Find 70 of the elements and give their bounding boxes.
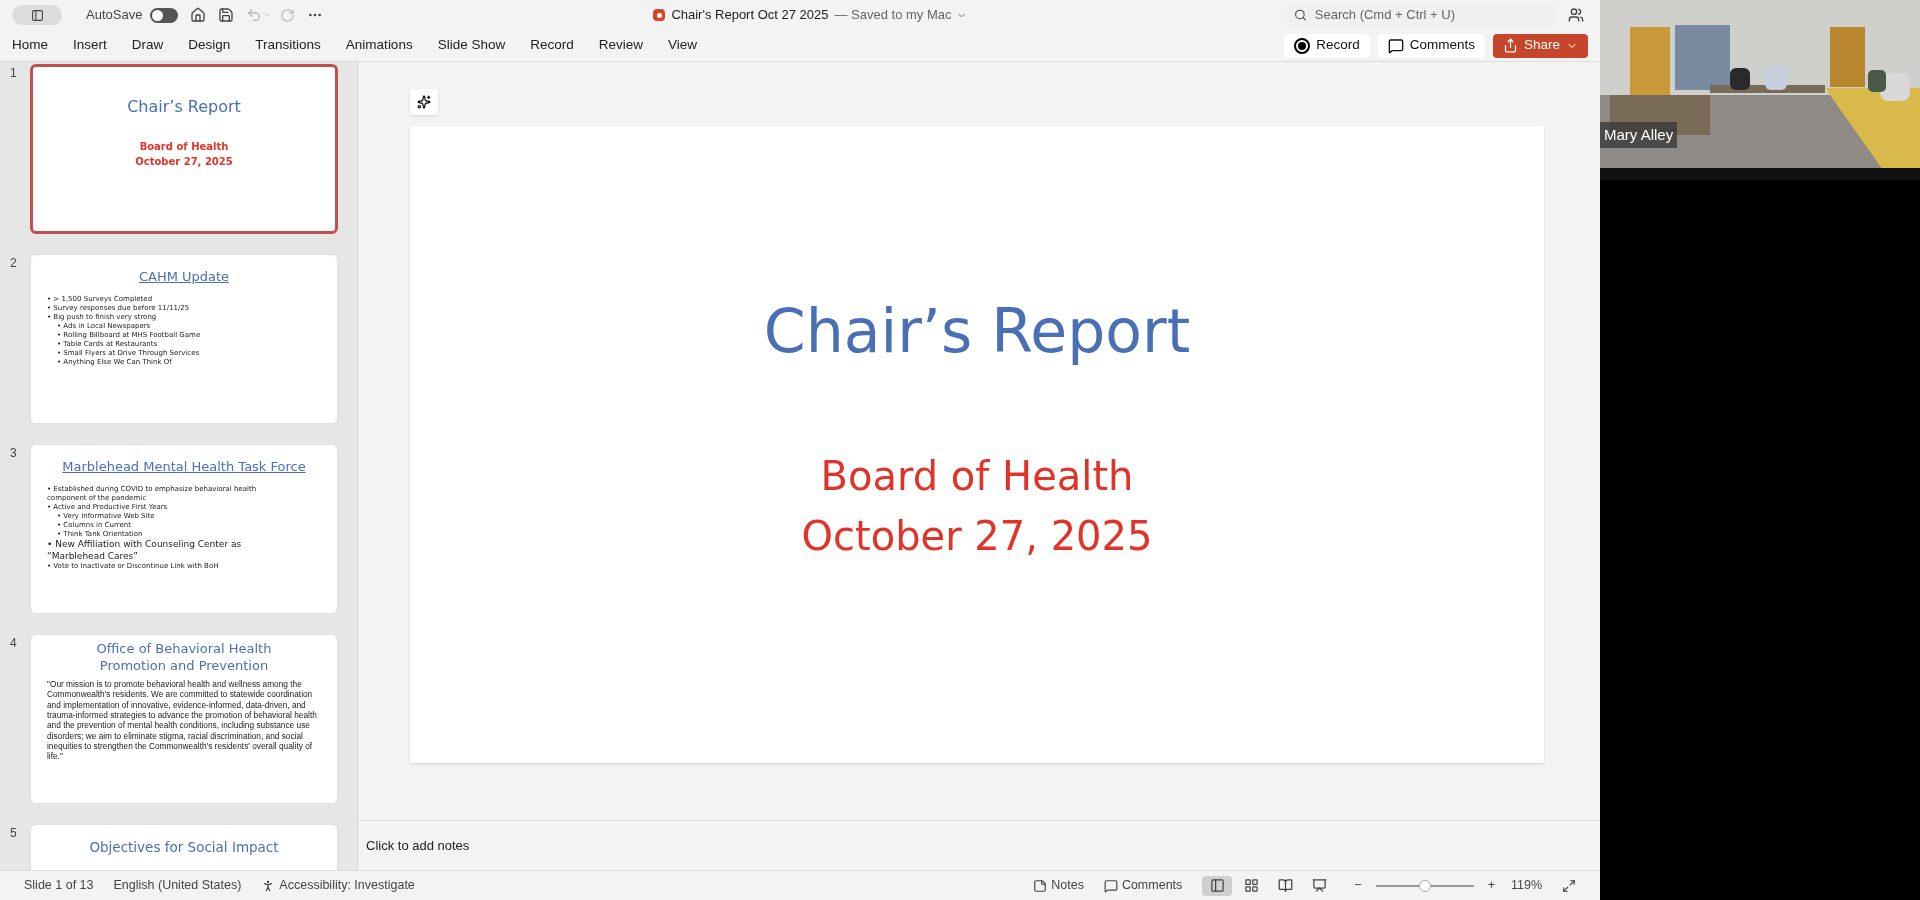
record-button[interactable]: Record xyxy=(1284,33,1370,58)
slide-subtitle: October 27, 2025 xyxy=(801,512,1153,561)
slide-thumbnail[interactable] xyxy=(30,254,338,424)
book-icon xyxy=(1277,878,1293,893)
slide-count: Slide 1 of 13 xyxy=(24,877,94,895)
slide-thumbnail[interactable]: Objectives for Social Impact xyxy=(30,824,338,870)
slide-number: 3 xyxy=(10,445,18,462)
ribbon-tab[interactable]: Design xyxy=(188,35,231,56)
save-status[interactable]: — Saved to my Mac xyxy=(834,5,967,25)
ribbon-tab[interactable]: Record xyxy=(530,35,574,56)
thumbnail-subtitle: October 27, 2025 xyxy=(135,155,233,169)
save-icon[interactable] xyxy=(218,7,235,23)
slide-thumbnail[interactable] xyxy=(30,444,338,614)
slide-number: 1 xyxy=(10,65,18,82)
thumbnail-title: Chair’s Report xyxy=(127,96,241,118)
bullet-text: • New Affiliation with Counseling Center as “Marblehead Cares” xyxy=(47,539,243,562)
share-button[interactable]: Share xyxy=(1492,33,1588,58)
ribbon-tab[interactable]: Home xyxy=(12,35,48,56)
sparkle-icon xyxy=(417,95,431,109)
ribbon-tab[interactable]: View xyxy=(668,35,698,56)
grid-icon xyxy=(1243,878,1259,893)
comment-icon xyxy=(1387,37,1404,54)
share-icon xyxy=(1502,38,1518,53)
autosave-toggle[interactable] xyxy=(150,7,179,23)
zoom-percent[interactable]: 119% xyxy=(1510,876,1542,895)
ribbon-tab[interactable]: Review xyxy=(598,35,643,56)
zoom-out-button[interactable]: − xyxy=(1354,876,1362,895)
ribbon-tab[interactable]: Slide Show xyxy=(437,35,506,56)
record-icon xyxy=(1294,37,1311,54)
sidebar-icon xyxy=(30,8,44,22)
zoom-in-button[interactable]: + xyxy=(1487,876,1495,895)
slide-number: 2 xyxy=(10,255,18,272)
thumbnail-title: Objectives for Social Impact xyxy=(89,838,279,857)
presentation-icon xyxy=(1311,878,1327,893)
sidebar-toggle-button[interactable] xyxy=(12,5,62,25)
thumbnail-title: CAHM Update xyxy=(138,268,230,286)
normal-view-icon xyxy=(1209,878,1225,893)
comment-icon xyxy=(1103,878,1118,893)
autosave-label: AutoSave xyxy=(86,6,143,25)
document-title: Chair's Report Oct 27 2025 xyxy=(671,6,829,25)
accessibility-button[interactable]: Accessibility: Investigate xyxy=(261,876,415,895)
notes-button[interactable]: Notes xyxy=(1033,876,1084,895)
comments-button[interactable]: Comments xyxy=(1103,876,1183,895)
slide-subtitle: Board of Health xyxy=(820,452,1134,501)
thumbnail-title: Office of Behavioral Health Promotion and Prevention xyxy=(95,641,273,675)
notes-placeholder[interactable]: Click to add notes xyxy=(366,835,470,856)
comments-button[interactable]: Comments xyxy=(1377,33,1485,58)
thumbnail-subtitle: Board of Health xyxy=(139,140,229,154)
thumbnail-body-text: "Our mission is to promote behavioral health and wellness among the Commonwealth's residents. We are committed to statewide coordination and implementation of innovative, evidence-informed, data-driven, and trauma-informed strategies to advance the promotion of behavioral health and the prevention of mental health conditions, including substance use disorders; we aim to eliminate stigma, racial discrimination, and social inequities to strengthen the Commonwealth's residents' overall quality of life." xyxy=(47,678,318,762)
language-label[interactable]: English (United States) xyxy=(113,876,242,895)
ribbon-tab[interactable]: Animations xyxy=(345,35,413,56)
thumbnail-title: Marblehead Mental Health Task Force xyxy=(62,458,306,476)
search-icon xyxy=(1294,8,1307,22)
slide-title: Chair’s Report xyxy=(763,295,1191,368)
ribbon-tab[interactable]: Insert xyxy=(73,35,107,56)
slide-number: 4 xyxy=(10,635,18,652)
participant-name: Mary Alley xyxy=(1600,121,1678,148)
slide-number: 5 xyxy=(10,825,18,842)
note-icon xyxy=(1033,878,1048,893)
slide-thumbnail[interactable]: Chair’s Report Board of Health October 27, 2025 xyxy=(30,64,338,234)
slide-thumbnail[interactable] xyxy=(30,634,338,804)
people-icon[interactable] xyxy=(1568,7,1584,23)
view-button[interactable] xyxy=(1202,875,1233,896)
ribbon-tab[interactable]: Transitions xyxy=(255,35,321,56)
fit-to-window-icon[interactable] xyxy=(1562,878,1576,893)
home-icon[interactable] xyxy=(190,7,207,23)
ribbon-tab[interactable]: Draw xyxy=(131,35,164,56)
designer-button[interactable] xyxy=(410,89,438,115)
powerpoint-file-icon xyxy=(653,9,666,21)
search-input[interactable]: Search (Cmd + Ctrl + U) xyxy=(1314,5,1548,25)
